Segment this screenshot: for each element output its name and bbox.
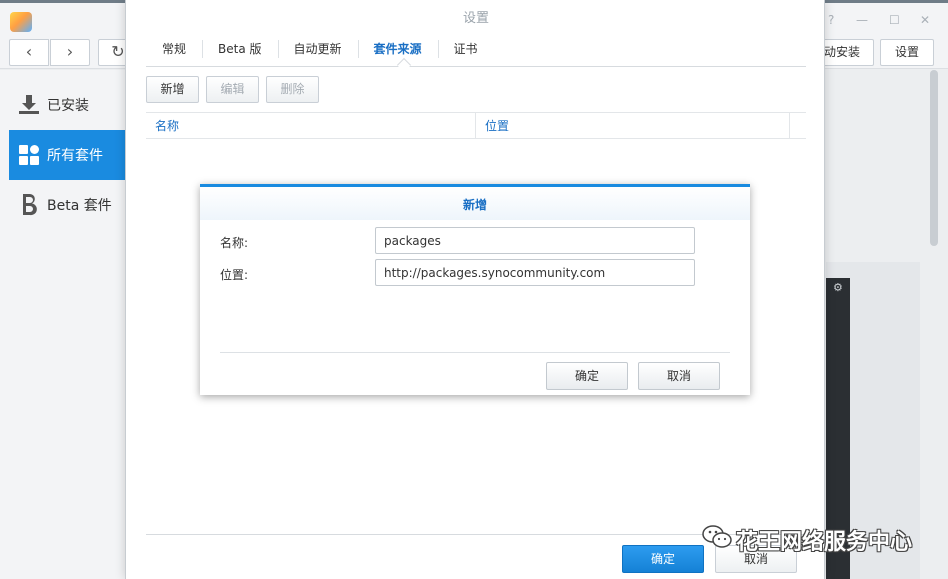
grid-icon: [17, 143, 41, 167]
settings-ok-button[interactable]: 确定: [622, 545, 704, 573]
sidebar-item-beta-packages[interactable]: Beta 套件: [9, 180, 126, 230]
minimize-icon[interactable]: —: [856, 13, 868, 27]
watermark-text: 花王网络服务中心: [736, 530, 913, 555]
tab-general[interactable]: 常规: [146, 36, 202, 66]
back-button[interactable]: ‹: [9, 39, 49, 66]
sources-table-header: 名称 位置: [146, 112, 806, 139]
modal-divider: [220, 352, 730, 353]
location-label: 位置:: [220, 268, 249, 282]
tab-certificate[interactable]: 证书: [437, 36, 494, 66]
location-input[interactable]: [375, 259, 695, 286]
package-center-logo-icon: [10, 12, 32, 32]
sidebar: 已安装 所有套件 Beta 套件: [0, 70, 126, 579]
name-label: 名称:: [220, 236, 249, 250]
modal-title: 新增: [462, 198, 487, 212]
edit-source-button[interactable]: 编辑: [206, 76, 259, 103]
beta-icon: [17, 193, 41, 217]
forward-button[interactable]: ›: [50, 39, 90, 66]
download-icon: [17, 93, 41, 117]
column-header-name[interactable]: 名称: [146, 113, 476, 139]
settings-button[interactable]: 设置: [880, 39, 934, 66]
gear-icon[interactable]: ⚙: [833, 281, 843, 294]
add-source-button[interactable]: 新增: [146, 76, 199, 103]
name-input[interactable]: [375, 227, 695, 254]
maximize-icon[interactable]: ☐: [889, 13, 900, 27]
sidebar-item-all-packages[interactable]: 所有套件: [9, 130, 126, 180]
watermark: 花王网络服务中心: [702, 524, 912, 556]
sidebar-item-label: 已安装: [47, 98, 89, 114]
wechat-icon: [702, 524, 732, 556]
sidebar-item-label: Beta 套件: [47, 198, 112, 214]
column-header-location[interactable]: 位置: [476, 113, 790, 139]
add-source-dialog: 新增 名称: 位置: 确定 取消: [200, 184, 750, 395]
tab-auto-update[interactable]: 自动更新: [277, 36, 358, 66]
settings-title: 设置: [462, 11, 489, 26]
close-icon[interactable]: ✕: [920, 13, 930, 27]
settings-tabs: 常规 Beta 版 自动更新 套件来源 证书: [146, 36, 806, 67]
background-scrollbar[interactable]: [930, 70, 938, 246]
delete-source-button[interactable]: 删除: [266, 76, 319, 103]
sidebar-item-label: 所有套件: [47, 148, 103, 164]
sidebar-item-installed[interactable]: 已安装: [9, 80, 126, 130]
modal-ok-button[interactable]: 确定: [546, 362, 628, 390]
modal-cancel-button[interactable]: 取消: [638, 362, 720, 390]
help-icon[interactable]: ?: [828, 13, 834, 27]
tab-package-sources[interactable]: 套件来源: [357, 36, 438, 66]
tab-beta[interactable]: Beta 版: [202, 36, 278, 66]
